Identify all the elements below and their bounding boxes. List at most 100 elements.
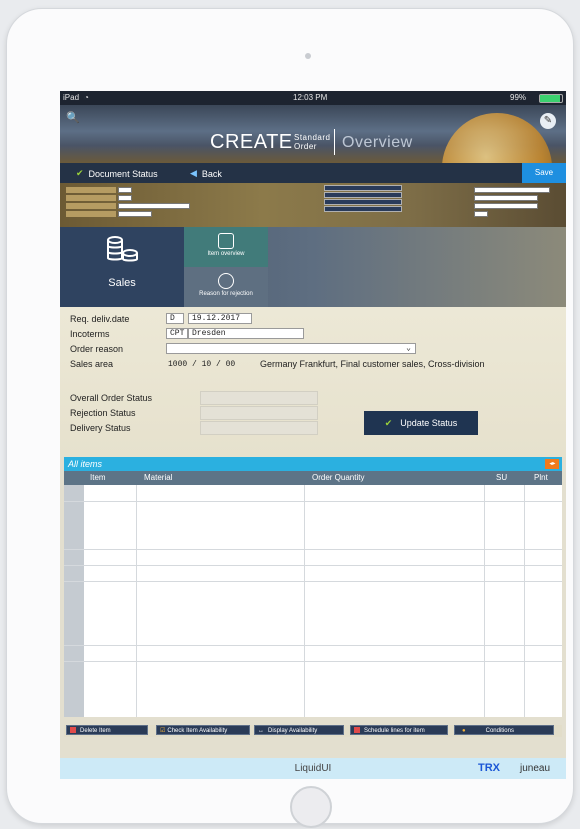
table-row[interactable] (64, 549, 562, 550)
items-table: All items ◂▸ Item Material Order Quantit… (64, 457, 562, 717)
ipad-frame: iPad ◔ 12:03 PM 99% 🔍 CREATE Standard Ord… (6, 8, 574, 828)
incoterms-code-field[interactable]: CPT (166, 328, 188, 339)
sales-area-values: 1000 / 10 / 00 (168, 360, 236, 369)
schedule-lines-button[interactable]: Schedule lines for item (350, 725, 448, 735)
reason-rejection-button[interactable]: Reason for rejection (184, 267, 268, 307)
table-row[interactable] (64, 565, 562, 566)
col-item[interactable]: Item (90, 473, 106, 482)
sales-details-button[interactable] (324, 185, 402, 191)
col-su[interactable]: SU (496, 473, 507, 482)
col-plnt[interactable]: Plnt (534, 473, 548, 482)
table-row[interactable] (64, 661, 562, 662)
item-overview-label: Item overview (207, 251, 245, 257)
app-screen: iPad ◔ 12:03 PM 99% 🔍 CREATE Standard Ord… (60, 91, 566, 779)
table-body[interactable] (64, 485, 562, 717)
internal-order-comments-button[interactable] (324, 206, 402, 212)
req-deliv-date-field[interactable]: 19.12.2017 (188, 313, 252, 324)
display-availability-button[interactable]: ↔ Display Availability (254, 725, 344, 735)
header-data-area (60, 183, 566, 227)
check-icon: ✔ (76, 168, 84, 178)
battery-percent: 99% (510, 93, 527, 102)
document-status-label: Document Status (88, 168, 158, 179)
check-availability-icon: ☑ (160, 728, 166, 734)
header-label-3 (66, 203, 116, 209)
net-value-field[interactable] (474, 187, 550, 193)
search-icon[interactable]: 🔍 (66, 111, 80, 124)
header-field-1[interactable] (118, 187, 132, 193)
item-overview-button[interactable]: Item overview (184, 227, 268, 267)
col-order-quantity[interactable]: Order Quantity (312, 473, 364, 482)
coins-icon (107, 236, 138, 262)
incoterms-label: Incoterms (70, 329, 110, 339)
title-main: CREATE (210, 131, 293, 153)
sales-tile[interactable]: Sales (60, 227, 184, 307)
save-button[interactable]: Save (522, 163, 566, 183)
header-label-1 (66, 187, 116, 193)
rejection-status-label: Rejection Status (70, 408, 136, 418)
device-label: iPad (63, 93, 80, 102)
sales-area-description: Germany Frankfurt, Final customer sales,… (260, 359, 485, 369)
camera (305, 53, 311, 59)
chevron-down-icon: ⌄ (406, 344, 411, 353)
clock: 12:03 PM (293, 93, 328, 102)
page-title: CREATE Standard Order Overview (210, 129, 412, 155)
price-list-field[interactable] (474, 211, 488, 217)
title-separator (334, 129, 335, 155)
document-status-button[interactable]: ✔ Document Status (76, 168, 158, 179)
incoterms-place-field[interactable]: Dresden (188, 328, 304, 339)
conditions-icon: ● (462, 728, 466, 734)
banner: 🔍 CREATE Standard Order Overview ✎ (60, 105, 566, 163)
schedule-icon (354, 727, 360, 733)
total-field[interactable] (474, 203, 538, 209)
req-deliv-date-label: Req. deliv.date (70, 314, 130, 324)
order-reason-label: Order reason (70, 344, 124, 354)
back-button[interactable]: ◀ Back (190, 168, 222, 179)
trx-label[interactable]: TRX (478, 762, 500, 774)
reason-rejection-label: Reason for rejection (199, 291, 253, 297)
header-label-2 (66, 195, 116, 201)
update-status-button[interactable]: ✔ Update Status (364, 411, 478, 435)
back-label: Back (201, 168, 222, 179)
order-reason-select[interactable]: ⌄ (166, 343, 416, 354)
edit-icon[interactable]: ✎ (540, 113, 556, 129)
row-selector-column[interactable] (64, 485, 84, 717)
header-field-3[interactable] (118, 203, 190, 209)
title-view: Overview (342, 134, 413, 151)
sales-area-label: Sales area (70, 359, 114, 369)
user-label: juneau (520, 763, 551, 774)
table-title-bar: All items ◂▸ (64, 457, 562, 471)
table-row[interactable] (64, 501, 562, 502)
update-icon: ✔ (384, 417, 393, 428)
status-bar: iPad ◔ 12:03 PM 99% (60, 91, 566, 105)
title-subtitle: Standard Order (294, 133, 331, 151)
table-row[interactable] (64, 645, 562, 646)
header-label-4 (66, 211, 116, 217)
expand-icon[interactable]: ◂▸ (545, 459, 559, 469)
action-bar: Delete Item ☑ Check Item Availability ↔ Di… (64, 725, 562, 737)
update-status-label: Update Status (400, 418, 458, 428)
document-icon (218, 233, 234, 249)
delete-icon (70, 727, 76, 733)
overall-status-field (200, 391, 318, 405)
table-title: All items (68, 459, 103, 469)
partners-details-button[interactable] (324, 199, 402, 205)
overall-status-label: Overall Order Status (70, 393, 153, 403)
order-form: Req. deliv.date D 19.12.2017 Incoterms C… (60, 307, 566, 457)
pricing-information-button[interactable] (324, 192, 402, 198)
toolbar: ✔ Document Status ◀ Back Save (60, 163, 566, 183)
check-item-availability-button[interactable]: ☑ Check Item Availability (156, 725, 250, 735)
header-field-2[interactable] (118, 195, 132, 201)
delete-item-button[interactable]: Delete Item (66, 725, 148, 735)
sales-label: Sales (108, 277, 136, 289)
col-material[interactable]: Material (144, 473, 172, 482)
battery-icon (539, 94, 563, 103)
header-field-4[interactable] (118, 211, 152, 217)
wifi-icon: ◔ (84, 93, 89, 102)
conditions-button[interactable]: ● Conditions (454, 725, 554, 735)
coin-image (442, 113, 552, 163)
tax-field[interactable] (474, 195, 538, 201)
table-row[interactable] (64, 581, 562, 582)
back-icon: ◀ (190, 168, 197, 178)
home-button[interactable] (290, 786, 332, 828)
req-deliv-type-field[interactable]: D (166, 313, 184, 324)
